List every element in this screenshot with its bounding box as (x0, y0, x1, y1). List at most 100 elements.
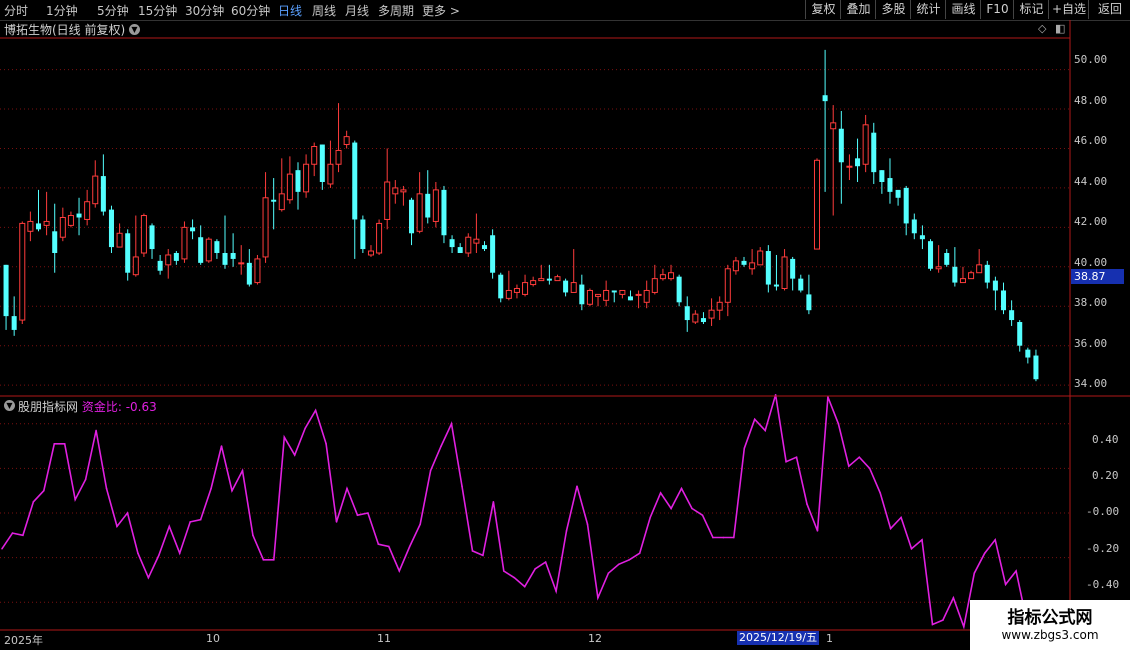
indicator-point (680, 487, 683, 490)
watermark-logo: 指标公式网 www.zbgs3.com (970, 600, 1130, 650)
candle-body-down (352, 142, 358, 220)
candle-body-down (149, 225, 155, 250)
candle-body-down (1000, 290, 1007, 311)
indicator-point (440, 445, 442, 447)
chevron-down-icon[interactable]: ▼ (4, 400, 15, 411)
candle-body-up (367, 250, 374, 256)
indicator-point (356, 514, 359, 517)
candle-body-down (822, 95, 828, 102)
indicator-point (220, 445, 223, 447)
indicator-point (293, 454, 296, 456)
indicator-point (952, 596, 955, 599)
indicator-point (461, 485, 463, 488)
candle-body-down (911, 219, 917, 234)
indicator-point (492, 501, 495, 503)
candle-body-down (76, 213, 82, 218)
indicator-point (743, 447, 746, 450)
candle-body-down (563, 280, 569, 293)
candle-body-up (603, 289, 610, 301)
candle-body-down (3, 264, 9, 317)
candle-body-down (1017, 322, 1023, 346)
kline-chart[interactable] (0, 0, 1130, 650)
candle-body-up (311, 146, 318, 165)
indicator-point (837, 422, 840, 425)
date-label: 12 (588, 632, 602, 645)
indicator-point (126, 512, 129, 514)
indicator-axis-label: 0.20 (1092, 469, 1119, 482)
candle-body-down (498, 274, 504, 299)
candle-body-up (286, 173, 293, 201)
indicator-point (618, 563, 620, 566)
indicator-point (712, 536, 714, 539)
indicator-point (32, 501, 35, 503)
candle-body-down (611, 290, 617, 293)
candle-body-down (1033, 355, 1039, 380)
indicator-point (231, 489, 233, 492)
candle-body-down (35, 223, 42, 230)
candle-body-down (222, 253, 228, 265)
candle-body-down (992, 280, 998, 291)
candle-body-down (271, 199, 277, 202)
candle-body-up (59, 217, 66, 238)
candle-body-up (530, 280, 537, 286)
candle-body-down (773, 284, 779, 287)
indicator-point (1, 547, 3, 550)
candle-body-down (676, 276, 682, 303)
candle-body-down (871, 132, 877, 173)
indicator-point (1015, 570, 1017, 572)
candle-body-up (708, 309, 715, 319)
indicator-point (503, 570, 505, 572)
indicator-point (325, 443, 327, 445)
candle-body-down (806, 294, 812, 311)
candle-body-down (1025, 349, 1031, 358)
indicator-point (210, 487, 212, 490)
candle-body-down (246, 262, 252, 285)
indicator-point (513, 576, 516, 579)
candle-body-up (538, 278, 545, 282)
indicator-point (910, 547, 913, 550)
indicator-axis-label: -0.20 (1086, 542, 1120, 555)
indicator-point (158, 554, 160, 557)
indicator-point (879, 492, 881, 494)
candle-body-down (765, 251, 771, 285)
candle-body-down (214, 241, 220, 253)
indicator-point (931, 623, 934, 626)
candle-body-down (627, 296, 633, 301)
price-axis-label: 48.00 (1074, 94, 1108, 107)
indicator-point (983, 552, 986, 554)
candle-body-up (830, 122, 837, 130)
indicator-point (137, 552, 139, 554)
candle-body-up (262, 197, 269, 258)
indicator-point (408, 545, 411, 548)
candle-body-up (635, 293, 642, 296)
candle-body-up (343, 136, 350, 146)
indicator-point (346, 487, 348, 490)
candle-body-down (798, 278, 804, 291)
candle-body-up (554, 276, 561, 282)
indicator-point (534, 567, 536, 570)
candle-body-down (1009, 310, 1015, 321)
indicator-point (273, 559, 275, 561)
indicator-point (795, 456, 798, 459)
indicator-point (670, 507, 672, 510)
indicator-point (283, 436, 286, 438)
indicator-point (22, 534, 24, 537)
indicator-point (868, 467, 871, 470)
candle-body-down (100, 176, 106, 212)
indicator-point (858, 456, 861, 459)
indicator-point (95, 429, 97, 432)
indicator-point (105, 487, 108, 490)
indicator-point (649, 516, 651, 519)
candle-body-up (522, 282, 529, 295)
candle-body-down (441, 189, 447, 236)
candle-body-down (425, 193, 431, 218)
indicator-point (638, 552, 641, 554)
indicator-source: 股朋指标网 (18, 400, 79, 414)
indicator-point (388, 545, 390, 548)
candle-body-up (335, 149, 342, 165)
candle-body-down (919, 235, 925, 240)
indicator-point (607, 572, 610, 575)
candle-body-up (862, 124, 869, 165)
candle-body-down (790, 258, 796, 279)
candle-body-up (732, 260, 739, 272)
